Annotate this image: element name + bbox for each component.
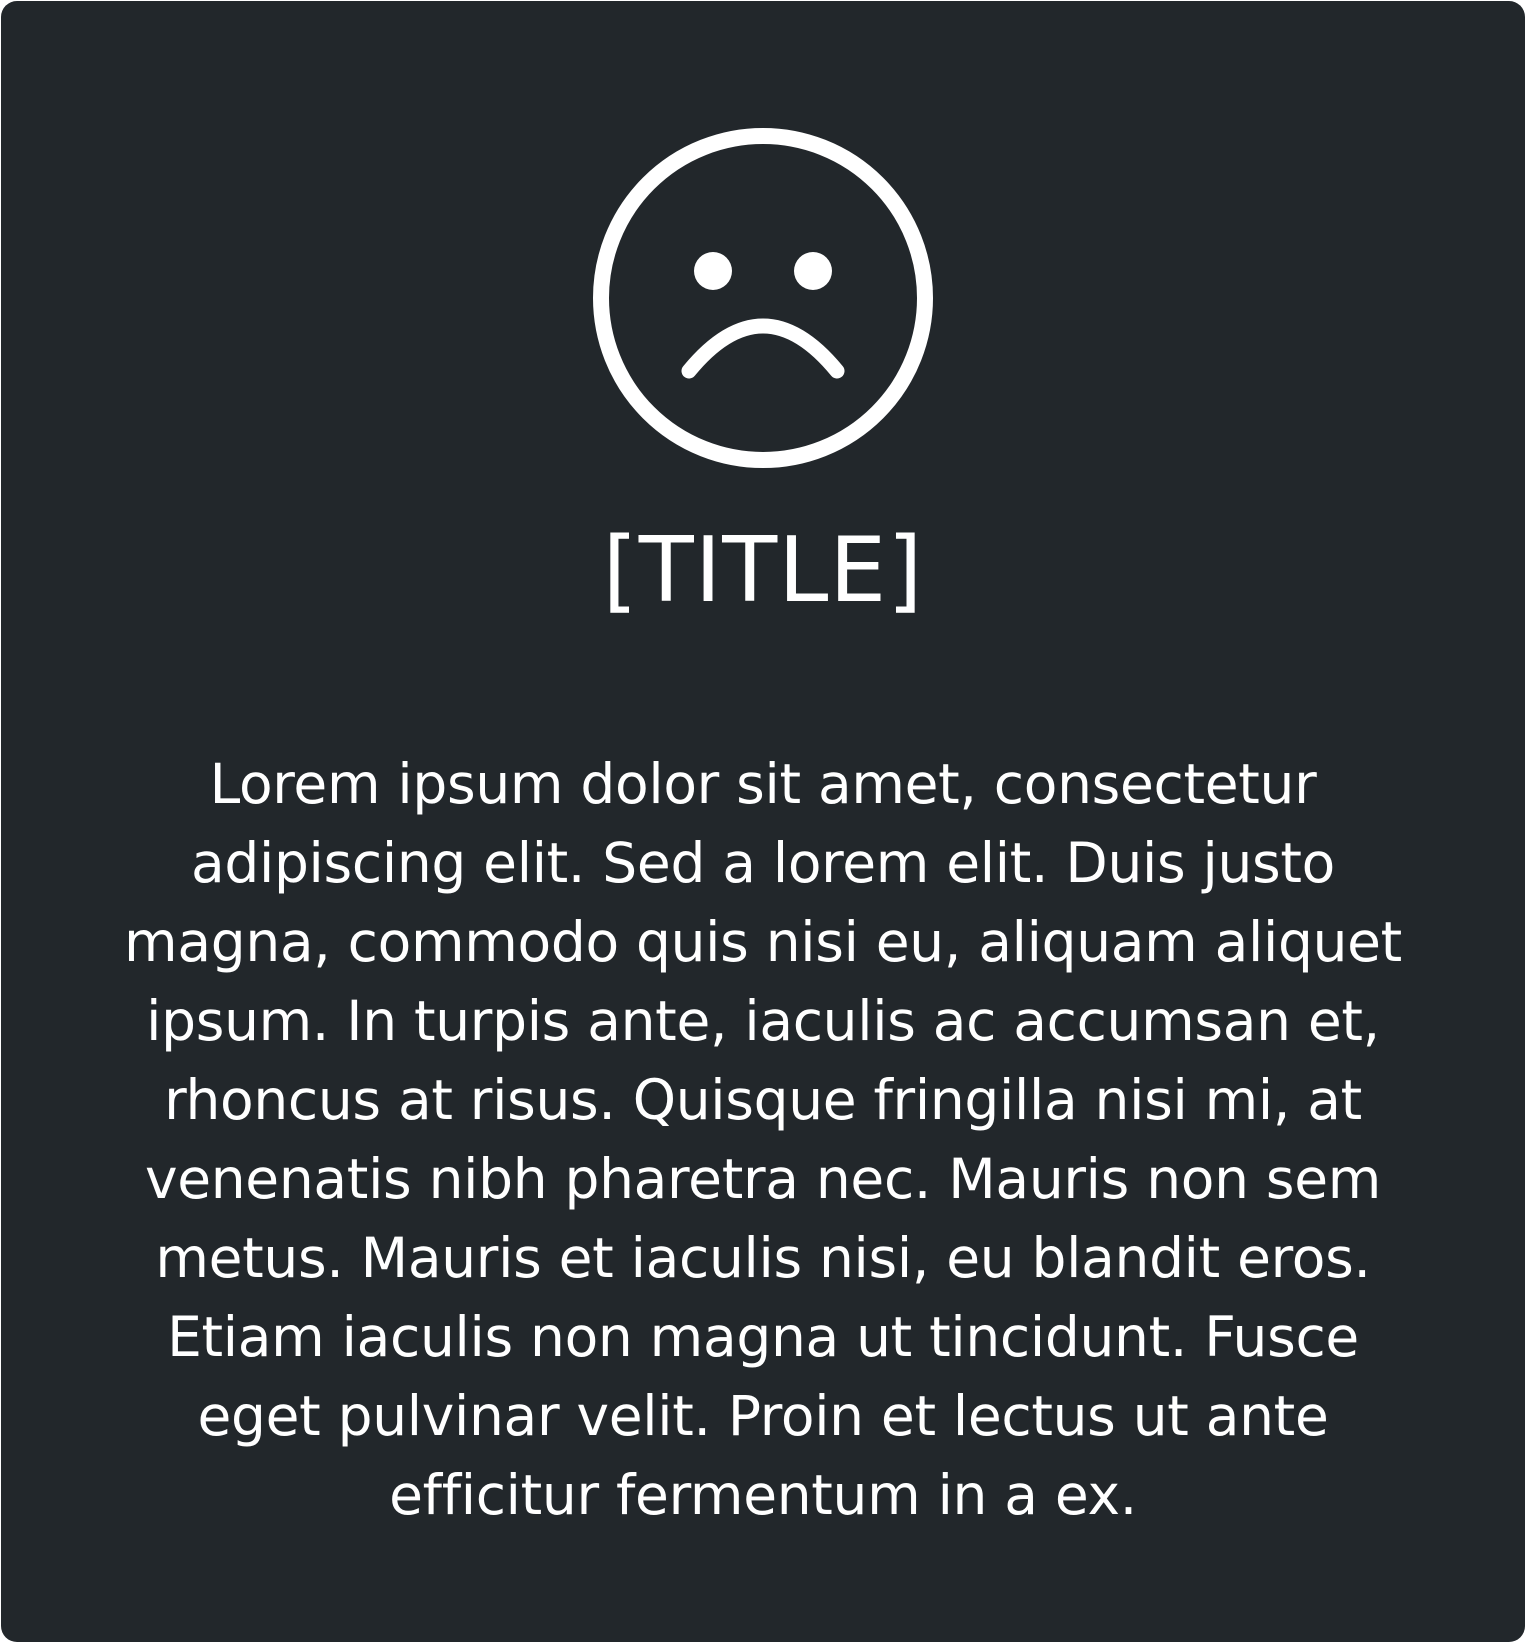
card-body-text: Lorem ipsum dolor sit amet, consectetur … bbox=[124, 752, 1402, 1527]
card-title: [TITLE] bbox=[602, 518, 924, 623]
message-card: [TITLE] Lorem ipsum dolor sit amet, cons… bbox=[1, 1, 1525, 1642]
sad-face-icon bbox=[591, 126, 935, 470]
